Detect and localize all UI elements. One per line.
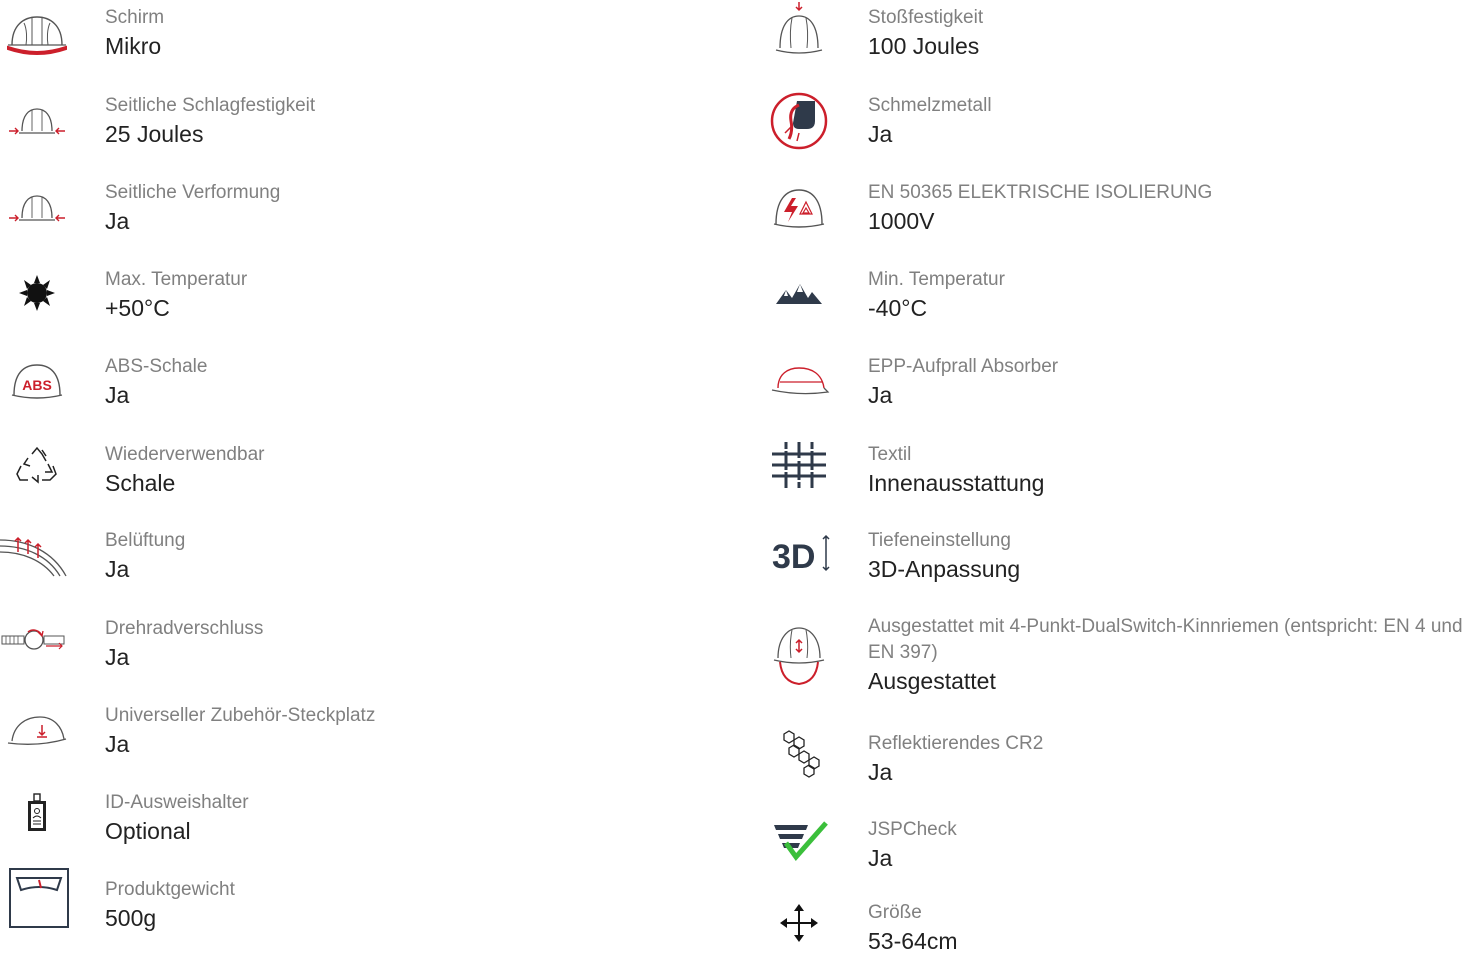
epp-absorber-icon <box>766 355 832 407</box>
feature-value: 53-64cm <box>868 928 958 954</box>
feature-value: 100 Joules <box>868 33 980 59</box>
feature-label: Produktgewicht <box>105 879 235 900</box>
ventilation-icon <box>0 527 67 579</box>
feature-value: Mikro <box>105 33 162 59</box>
size-arrows-icon <box>766 898 832 948</box>
3d-icon-text: 3D <box>772 538 815 576</box>
feature-label: Seitliche Schlagfestigkeit <box>105 95 316 116</box>
feature-value: Ja <box>105 556 130 582</box>
feature-value: Ja <box>868 121 893 147</box>
feature-label: Textil <box>868 444 912 465</box>
feature-value: 1000V <box>868 208 935 234</box>
feature-label: Tiefeneinstellung <box>868 530 1011 551</box>
feature-value: Ja <box>868 845 893 871</box>
feature-label: Stoßfestigkeit <box>868 7 984 28</box>
accessory-slot-icon <box>4 704 70 756</box>
feature-label: Belüftung <box>105 530 186 551</box>
electrical-insulation-icon <box>766 179 832 231</box>
feature-value: +50°C <box>105 295 170 321</box>
feature-label: Schmelzmetall <box>868 95 992 116</box>
side-deformation-icon <box>4 181 70 233</box>
feature-value: Ja <box>105 382 130 408</box>
feature-label: Drehradverschluss <box>105 618 264 639</box>
feature-label: JSPCheck <box>868 819 957 840</box>
feature-label: EN 50365 ELEKTRISCHE ISOLIERUNG <box>868 182 1213 203</box>
feature-label: Wiederverwendbar <box>105 444 265 465</box>
feature-value: 500g <box>105 905 157 931</box>
recycle-icon <box>4 441 70 493</box>
textile-icon <box>766 439 832 491</box>
feature-value: Ja <box>868 759 893 785</box>
feature-label: ID-Ausweishalter <box>105 792 249 813</box>
feature-value: 3D-Anpassung <box>868 556 1021 582</box>
feature-label: Ausgestattet mit 4-Punkt-DualSwitch-Kinn… <box>868 616 1463 663</box>
mountain-temperature-icon <box>766 267 832 319</box>
feature-label: Reflektierendes CR2 <box>868 733 1044 754</box>
feature-label: EPP-Aufprall Absorber <box>868 356 1059 377</box>
feature-label: Schirm <box>105 7 165 28</box>
feature-value: 25 Joules <box>105 121 204 147</box>
feature-label: Max. Temperatur <box>105 269 248 290</box>
weight-scale-icon <box>6 868 72 928</box>
feature-label: Seitliche Verformung <box>105 182 281 203</box>
feature-value: Ja <box>105 644 130 670</box>
feature-value: Ausgestattet <box>868 668 996 694</box>
reflective-hexagon-icon <box>768 728 834 784</box>
id-badge-icon <box>4 789 70 841</box>
jspcheck-icon <box>766 816 832 868</box>
top-impact-icon <box>766 2 832 56</box>
feature-value: Schale <box>105 470 176 496</box>
feature-value: Innenausstattung <box>868 470 1045 496</box>
feature-label: Universeller Zubehör-Steckplatz <box>105 705 376 726</box>
feature-value: -40°C <box>868 295 928 321</box>
chinstrap-icon <box>766 620 832 690</box>
feature-value: Ja <box>105 731 130 757</box>
abs-icon-text: ABS <box>22 377 52 393</box>
feature-value: Optional <box>105 818 191 844</box>
side-impact-icon <box>4 94 70 146</box>
molten-metal-icon <box>766 88 832 154</box>
feature-label: Größe <box>868 902 922 923</box>
feature-value: Ja <box>868 382 893 408</box>
feature-label: Min. Temperatur <box>868 269 1005 290</box>
feature-label: ABS-Schale <box>105 356 208 377</box>
3d-adjustment-icon: 3D <box>766 527 832 579</box>
helmet-brim-icon <box>4 8 70 60</box>
abs-shell-icon: ABS <box>4 354 70 406</box>
sun-temperature-icon <box>4 267 70 319</box>
feature-value: Ja <box>105 208 130 234</box>
ratchet-wheel-icon <box>0 615 66 667</box>
